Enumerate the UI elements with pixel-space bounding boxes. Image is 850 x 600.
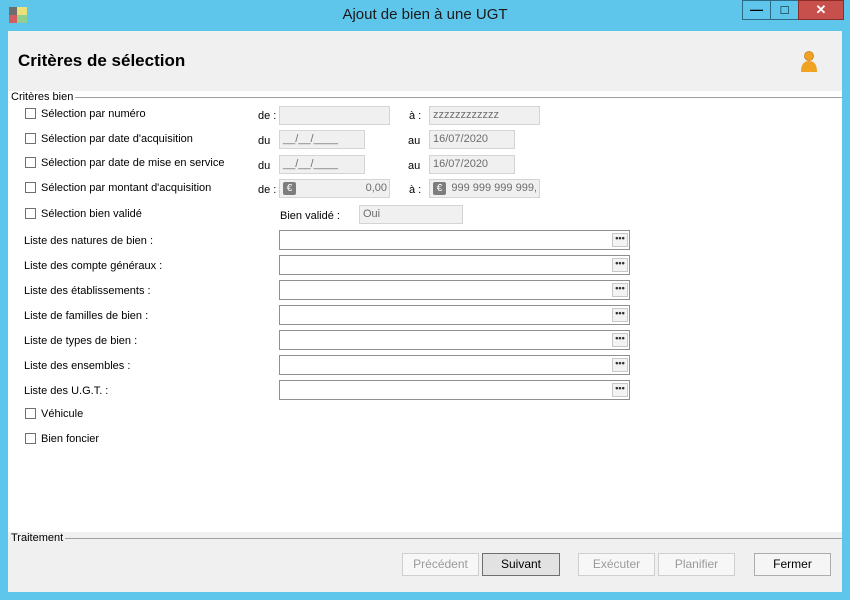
- fermer-button[interactable]: Fermer: [754, 553, 831, 576]
- list-label-etablissements: Liste des établissements :: [24, 285, 151, 297]
- montant-label: Sélection par montant d'acquisition: [41, 182, 212, 194]
- list-label-ugt: Liste des U.G.T. :: [24, 385, 109, 397]
- numero-from-input[interactable]: [279, 106, 390, 125]
- page-header: Critères de sélection: [8, 31, 842, 91]
- bien-valide-label: Bien validé :: [280, 210, 340, 222]
- treatment-group-border: [64, 538, 842, 539]
- currency-icon: €: [433, 182, 446, 195]
- ellipsis-button[interactable]: •••: [612, 358, 628, 372]
- numero-label: Sélection par numéro: [41, 108, 146, 120]
- list-label-familles: Liste de familles de bien :: [24, 310, 149, 322]
- window-title: Ajout de bien à une UGT: [342, 6, 508, 23]
- date-service-checkbox[interactable]: [25, 157, 36, 168]
- montant-to-value: 999 999 999 999,: [451, 182, 537, 194]
- maximize-button[interactable]: □: [770, 0, 799, 20]
- minimize-icon: —: [750, 2, 763, 17]
- date-acq-from-label: du: [258, 135, 271, 147]
- close-button[interactable]: ✕: [798, 0, 844, 20]
- date-service-to-input[interactable]: 16/07/2020: [429, 155, 515, 174]
- maximize-icon: □: [780, 2, 789, 17]
- date-acq-checkbox[interactable]: [25, 133, 36, 144]
- date-service-from-label: du: [258, 160, 271, 172]
- vehicule-label: Véhicule: [41, 408, 84, 420]
- planifier-button[interactable]: Planifier: [658, 553, 735, 576]
- user-icon: [801, 51, 817, 72]
- executer-button[interactable]: Exécuter: [578, 553, 655, 576]
- valide-checkbox[interactable]: [25, 208, 36, 219]
- vehicule-checkbox[interactable]: [25, 408, 36, 419]
- list-field-ensembles[interactable]: •••: [279, 355, 630, 375]
- montant-from-label: de :: [258, 184, 277, 196]
- foncier-label: Bien foncier: [41, 433, 100, 445]
- date-acq-label: Sélection par date d'acquisition: [41, 133, 193, 145]
- list-field-comptes[interactable]: •••: [279, 255, 630, 275]
- list-label-natures: Liste des natures de bien :: [24, 235, 154, 247]
- date-acq-to-label: au: [408, 135, 421, 147]
- bien-valide-select[interactable]: Oui: [359, 205, 463, 224]
- list-field-familles[interactable]: •••: [279, 305, 630, 325]
- list-label-comptes: Liste des compte généraux :: [24, 260, 163, 272]
- list-field-ugt[interactable]: •••: [279, 380, 630, 400]
- date-acq-to-input[interactable]: 16/07/2020: [429, 130, 515, 149]
- montant-to-input[interactable]: € 999 999 999 999,: [429, 179, 540, 198]
- precedent-button[interactable]: Précédent: [402, 553, 479, 576]
- ellipsis-button[interactable]: •••: [612, 283, 628, 297]
- list-field-etablissements[interactable]: •••: [279, 280, 630, 300]
- foncier-checkbox[interactable]: [25, 433, 36, 444]
- valide-label: Sélection bien validé: [41, 208, 142, 220]
- montant-checkbox[interactable]: [25, 182, 36, 193]
- treatment-group-label: Traitement: [11, 532, 66, 544]
- date-service-label: Sélection par date de mise en service: [41, 157, 225, 169]
- montant-from-input[interactable]: € 0,00: [279, 179, 390, 198]
- criteria-group-label: Critères bien: [11, 91, 76, 103]
- title-bar[interactable]: Ajout de bien à une UGT — □ ✕: [0, 0, 850, 30]
- numero-from-label: de :: [258, 110, 277, 122]
- list-field-types[interactable]: •••: [279, 330, 630, 350]
- criteria-group-border: [68, 97, 842, 98]
- montant-to-label: à :: [409, 184, 422, 196]
- page-title: Critères de sélection: [18, 51, 186, 70]
- numero-checkbox[interactable]: [25, 108, 36, 119]
- minimize-button[interactable]: —: [742, 0, 771, 20]
- close-icon: ✕: [815, 2, 827, 17]
- currency-icon: €: [283, 182, 296, 195]
- numero-to-label: à :: [409, 110, 422, 122]
- list-label-ensembles: Liste des ensembles :: [24, 360, 131, 372]
- numero-to-input[interactable]: zzzzzzzzzzzz: [429, 106, 540, 125]
- list-label-types: Liste de types de bien :: [24, 335, 138, 347]
- ellipsis-button[interactable]: •••: [612, 383, 628, 397]
- list-field-natures[interactable]: •••: [279, 230, 630, 250]
- date-service-to-label: au: [408, 160, 421, 172]
- ellipsis-button[interactable]: •••: [612, 258, 628, 272]
- date-service-from-input[interactable]: __/__/____: [279, 155, 365, 174]
- dialog-body: Critères de sélection Critères bien Séle…: [8, 31, 842, 592]
- ellipsis-button[interactable]: •••: [612, 308, 628, 322]
- ellipsis-button[interactable]: •••: [612, 233, 628, 247]
- montant-from-value: 0,00: [365, 182, 387, 194]
- suivant-button[interactable]: Suivant: [482, 553, 560, 576]
- date-acq-from-input[interactable]: __/__/____: [279, 130, 365, 149]
- app-window: Ajout de bien à une UGT — □ ✕ Critères d…: [0, 0, 850, 600]
- ellipsis-button[interactable]: •••: [612, 333, 628, 347]
